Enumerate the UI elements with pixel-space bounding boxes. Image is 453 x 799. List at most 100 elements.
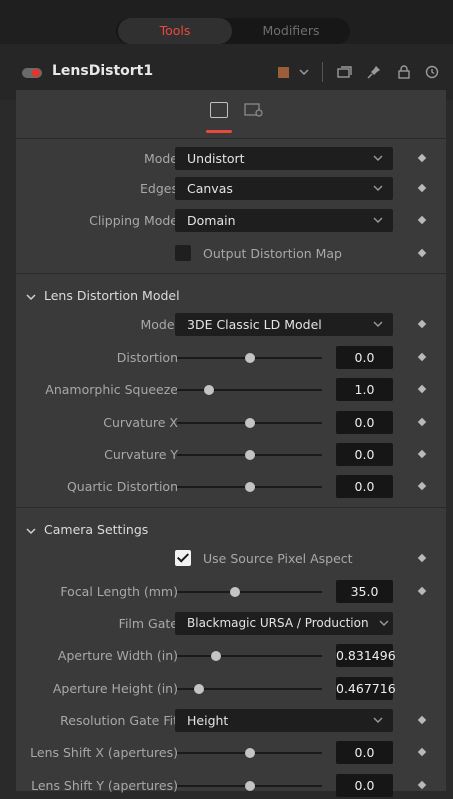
film-gate-value: Blackmagic URSA / Production bbox=[187, 616, 369, 630]
quartic-distortion-slider[interactable] bbox=[177, 482, 322, 492]
clipping-mode-value: Domain bbox=[187, 213, 236, 228]
slider-handle[interactable] bbox=[244, 748, 255, 758]
curvature-x-input[interactable]: 0.0 bbox=[336, 411, 393, 434]
tab-tools[interactable]: Tools bbox=[118, 18, 232, 44]
keyframe-diamond-icon[interactable] bbox=[417, 553, 427, 563]
output-distortion-map-row: Output Distortion Map bbox=[16, 241, 446, 267]
keyframe-diamond-icon[interactable] bbox=[417, 747, 427, 757]
section-title: Camera Settings bbox=[44, 522, 149, 537]
film-gate-row: Film Gate Blackmagic URSA / Production bbox=[16, 611, 446, 637]
tab-bar: Tools Modifiers bbox=[0, 0, 453, 44]
keyframe-diamond-icon[interactable] bbox=[417, 449, 427, 459]
lock-icon[interactable] bbox=[396, 64, 412, 80]
model-value: 3DE Classic LD Model bbox=[187, 317, 322, 332]
slider-handle[interactable] bbox=[244, 450, 255, 460]
curvature-x-row: Curvature X 0.0 bbox=[16, 410, 446, 436]
keyframe-diamond-icon[interactable] bbox=[417, 481, 427, 491]
model-row: Model 3DE Classic LD Model bbox=[16, 312, 446, 338]
control-subtabs bbox=[16, 90, 446, 139]
keyframe-diamond-icon[interactable] bbox=[417, 183, 427, 193]
inspector-panel: Mode Undistort Edges Canvas Clipping Mod… bbox=[16, 90, 446, 797]
tool-enable-toggle[interactable] bbox=[22, 68, 42, 78]
chevron-down-icon bbox=[373, 185, 383, 191]
aperture-width-row: Aperture Width (in) 0.831496 bbox=[16, 643, 446, 669]
slider-handle[interactable] bbox=[244, 418, 255, 428]
aperture-width-input[interactable]: 0.831496 bbox=[336, 644, 396, 667]
output-distortion-map-label: Output Distortion Map bbox=[203, 246, 342, 261]
quartic-distortion-row: Quartic Distortion 0.0 bbox=[16, 474, 446, 500]
anamorphic-squeeze-row: Anamorphic Squeeze 1.0 bbox=[16, 377, 446, 403]
anamorphic-squeeze-input[interactable]: 1.0 bbox=[336, 378, 393, 401]
clipping-mode-label: Clipping Mode bbox=[89, 213, 178, 228]
slider-handle[interactable] bbox=[244, 781, 255, 791]
active-tab-indicator bbox=[206, 130, 232, 133]
use-source-pixel-aspect-checkbox[interactable] bbox=[175, 550, 191, 566]
curvature-y-slider[interactable] bbox=[177, 450, 322, 460]
distortion-input[interactable]: 0.0 bbox=[336, 346, 393, 369]
version-icon[interactable] bbox=[336, 64, 352, 80]
camera-settings-header[interactable]: Camera Settings bbox=[26, 518, 148, 542]
section-title: Lens Distortion Model bbox=[44, 288, 180, 303]
curvature-x-slider[interactable] bbox=[177, 418, 322, 428]
distortion-label: Distortion bbox=[116, 350, 178, 365]
node-color-swatch[interactable] bbox=[278, 67, 289, 78]
tab-modifiers[interactable]: Modifiers bbox=[234, 18, 348, 44]
mode-row: Mode Undistort bbox=[16, 146, 446, 172]
resolution-gate-fit-value: Height bbox=[187, 713, 229, 728]
keyframe-diamond-icon[interactable] bbox=[417, 586, 427, 596]
keyframe-diamond-icon[interactable] bbox=[417, 780, 427, 790]
film-gate-dropdown[interactable]: Blackmagic URSA / Production bbox=[175, 612, 393, 635]
slider-handle[interactable] bbox=[211, 651, 222, 661]
model-dropdown[interactable]: 3DE Classic LD Model bbox=[175, 313, 393, 336]
lens-shift-x-label: Lens Shift X (apertures) bbox=[30, 745, 178, 760]
quartic-distortion-input[interactable]: 0.0 bbox=[336, 475, 393, 498]
curvature-y-input[interactable]: 0.0 bbox=[336, 443, 393, 466]
keyframe-diamond-icon[interactable] bbox=[417, 319, 427, 329]
lens-shift-y-input[interactable]: 0.0 bbox=[336, 774, 393, 797]
keyframe-diamond-icon[interactable] bbox=[417, 417, 427, 427]
slider-handle[interactable] bbox=[193, 684, 204, 694]
keyframe-diamond-icon[interactable] bbox=[417, 248, 427, 258]
lens-distortion-model-header[interactable]: Lens Distortion Model bbox=[26, 284, 180, 308]
slider-handle[interactable] bbox=[203, 385, 214, 395]
focal-length-row: Focal Length (mm) 35.0 bbox=[16, 579, 446, 605]
settings-tab-icon[interactable] bbox=[244, 102, 264, 118]
chevron-down-icon[interactable] bbox=[297, 65, 311, 79]
keyframe-diamond-icon[interactable] bbox=[417, 153, 427, 163]
aperture-height-slider[interactable] bbox=[177, 684, 322, 694]
header-divider bbox=[322, 62, 323, 82]
mode-dropdown[interactable]: Undistort bbox=[175, 147, 393, 170]
aperture-height-row: Aperture Height (in) 0.467716 bbox=[16, 676, 446, 702]
keyframe-diamond-icon[interactable] bbox=[417, 384, 427, 394]
clipping-mode-dropdown[interactable]: Domain bbox=[175, 209, 393, 232]
reset-icon[interactable] bbox=[424, 64, 440, 80]
edges-value: Canvas bbox=[187, 181, 233, 196]
film-gate-label: Film Gate bbox=[118, 616, 178, 631]
resolution-gate-fit-dropdown[interactable]: Height bbox=[175, 709, 393, 732]
slider-handle[interactable] bbox=[230, 587, 240, 597]
focal-length-slider[interactable] bbox=[177, 587, 322, 597]
edges-row: Edges Canvas bbox=[16, 176, 446, 202]
chevron-down-icon bbox=[373, 321, 383, 327]
slider-handle[interactable] bbox=[244, 482, 255, 492]
controls-tab-icon[interactable] bbox=[210, 102, 228, 118]
use-source-pixel-aspect-label: Use Source Pixel Aspect bbox=[203, 551, 353, 566]
lens-shift-x-slider[interactable] bbox=[177, 748, 322, 758]
output-distortion-map-checkbox[interactable] bbox=[175, 245, 191, 261]
lens-shift-y-slider[interactable] bbox=[177, 781, 322, 791]
chevron-down-icon bbox=[373, 155, 383, 161]
slider-handle[interactable] bbox=[244, 353, 255, 363]
focal-length-input[interactable]: 35.0 bbox=[336, 580, 393, 603]
keyframe-diamond-icon[interactable] bbox=[417, 715, 427, 725]
aperture-width-label: Aperture Width (in) bbox=[57, 648, 178, 663]
anamorphic-squeeze-slider[interactable] bbox=[177, 385, 322, 395]
pin-icon[interactable] bbox=[366, 64, 382, 80]
aperture-width-slider[interactable] bbox=[177, 651, 322, 661]
keyframe-diamond-icon[interactable] bbox=[417, 215, 427, 225]
lens-shift-x-row: Lens Shift X (apertures) 0.0 bbox=[16, 740, 446, 766]
keyframe-diamond-icon[interactable] bbox=[417, 352, 427, 362]
lens-shift-x-input[interactable]: 0.0 bbox=[336, 741, 393, 764]
aperture-height-input[interactable]: 0.467716 bbox=[336, 677, 396, 700]
edges-dropdown[interactable]: Canvas bbox=[175, 177, 393, 200]
distortion-slider[interactable] bbox=[177, 353, 322, 363]
